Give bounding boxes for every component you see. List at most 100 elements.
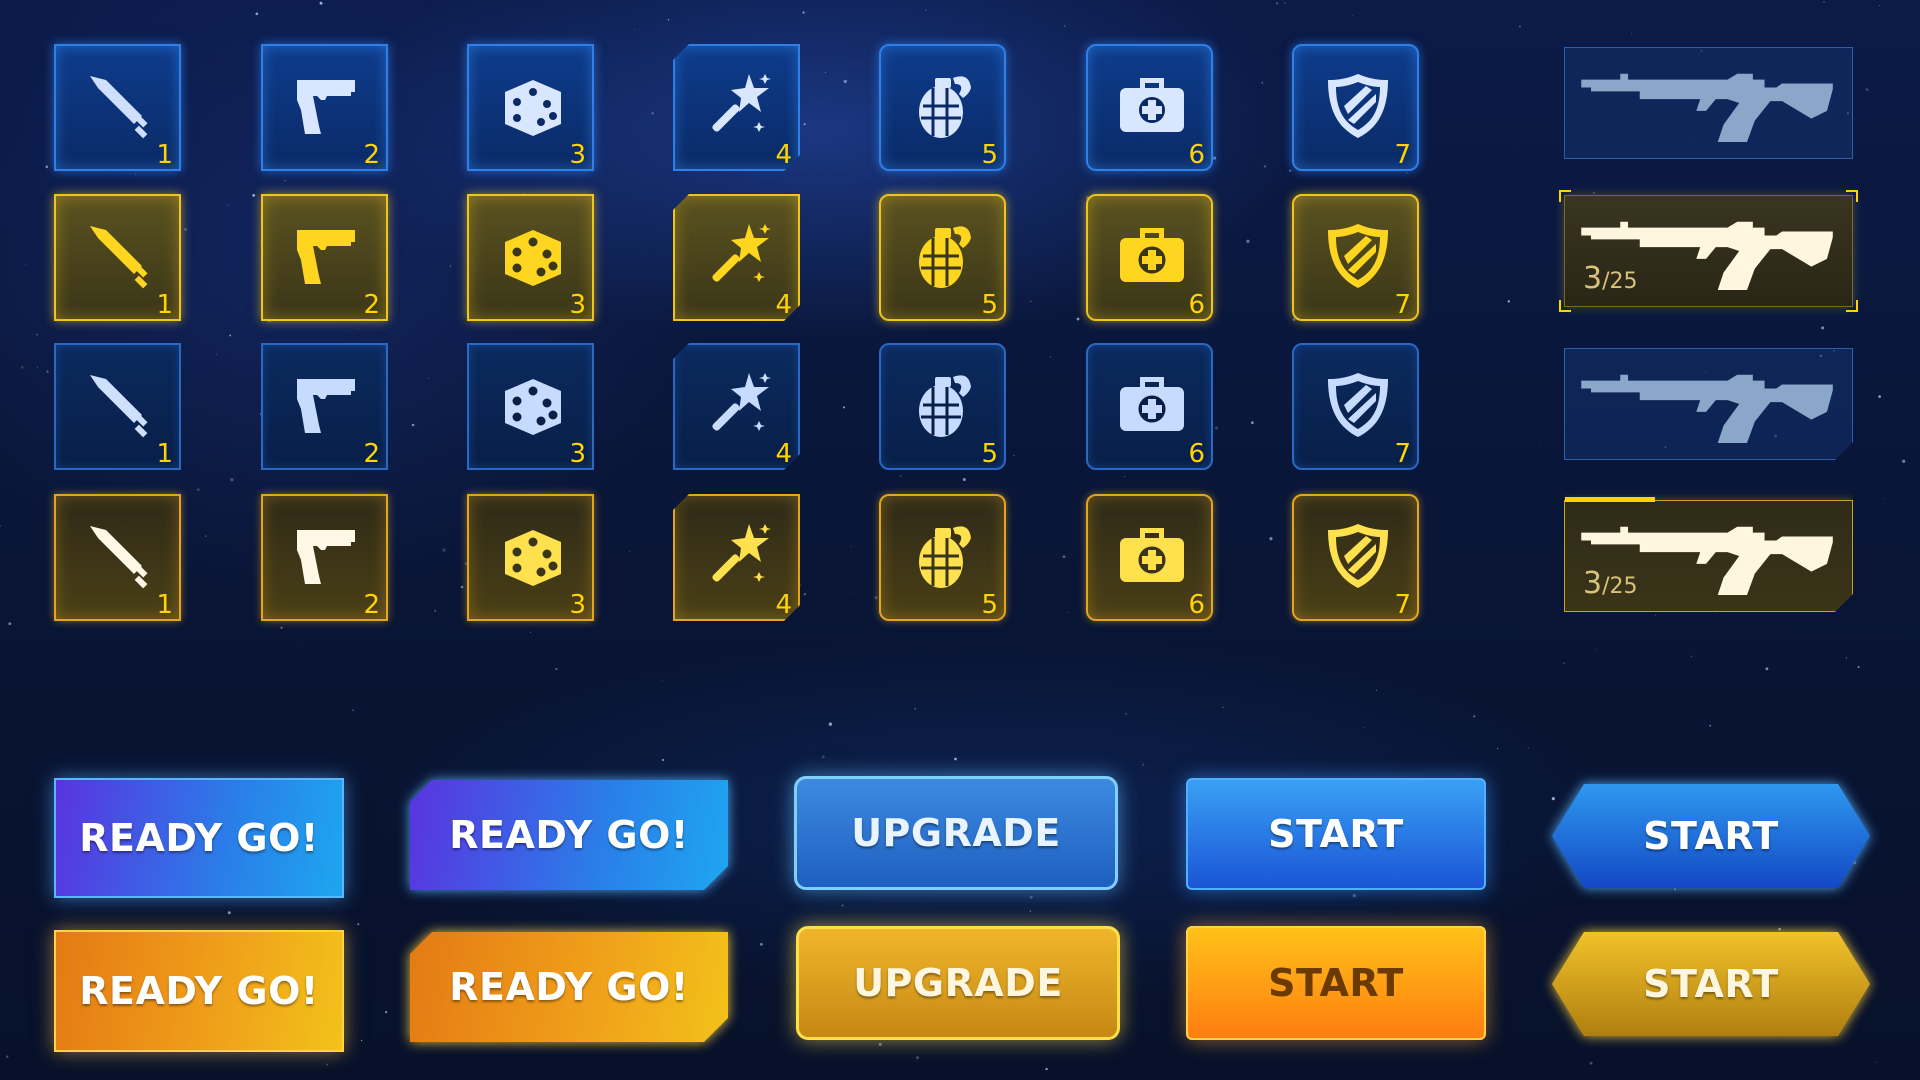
slot-number: 1 [156,140,173,170]
assault-rifle-icon [1579,367,1837,445]
slot-number: 7 [1394,590,1411,620]
ammo-max: /25 [1602,574,1638,599]
ammo-current: 3 [1583,261,1603,296]
sword-icon [90,526,148,589]
inventory-slot-7[interactable]: 7 [1292,44,1419,171]
pistol-icon [297,80,355,134]
inventory-slot-4[interactable]: 4 [673,343,800,470]
slot-number: 3 [569,590,586,620]
shield-icon [1328,224,1388,288]
slot-number: 2 [363,290,380,320]
inventory-slot-1[interactable]: 1 [54,494,181,621]
ready-go-button-orange-cut[interactable]: READY GO! [410,932,728,1042]
magic-wand-icon [703,520,775,592]
sword-icon [90,375,148,438]
weapon-card[interactable]: 3/25 [1559,190,1858,312]
ammo-count: 3/25 [1583,261,1638,296]
inventory-slot-5[interactable]: 5 [879,494,1006,621]
inventory-slot-1[interactable]: 1 [54,194,181,321]
pistol-icon [297,379,355,433]
slot-number: 3 [569,290,586,320]
pistol-icon [297,230,355,284]
start-label: START [1552,784,1870,888]
magic-wand-icon [703,70,775,142]
slot-number: 4 [775,290,792,320]
magic-wand-icon [703,369,775,441]
selection-corner [1559,190,1571,202]
grenade-icon [919,526,971,588]
slot-number: 6 [1188,590,1205,620]
selection-corner [1559,300,1571,312]
upgrade-button-gold[interactable]: UPGRADE [796,926,1120,1040]
slot-number: 5 [981,590,998,620]
inventory-slot-7[interactable]: 7 [1292,343,1419,470]
slot-number: 6 [1188,140,1205,170]
weapon-card[interactable] [1564,47,1853,159]
inventory-slot-4[interactable]: 4 [673,494,800,621]
ammo-count: 3/25 [1583,566,1638,601]
ready-go-button-orange[interactable]: READY GO! [54,930,344,1052]
inventory-slot-2[interactable]: 2 [261,194,388,321]
weapon-card[interactable] [1564,348,1853,460]
dice-icon [505,379,561,435]
dice-icon [505,230,561,286]
inventory-slot-3[interactable]: 3 [467,494,594,621]
grenade-icon [919,375,971,437]
start-button-orange[interactable]: START [1186,926,1486,1040]
inventory-slot-4[interactable]: 4 [673,194,800,321]
shield-icon [1328,74,1388,138]
slot-number: 5 [981,439,998,469]
inventory-slot-7[interactable]: 7 [1292,494,1419,621]
highlight-bar [1565,497,1655,502]
inventory-slot-5[interactable]: 5 [879,343,1006,470]
pistol-icon [297,530,355,584]
inventory-slot-6[interactable]: 6 [1086,44,1213,171]
inventory-slot-3[interactable]: 3 [467,44,594,171]
ready-go-button-blue-cut[interactable]: READY GO! [410,780,728,890]
weapon-card[interactable]: 3/25 [1564,500,1853,612]
slot-number: 4 [775,140,792,170]
slot-number: 3 [569,140,586,170]
inventory-slot-4[interactable]: 4 [673,44,800,171]
inventory-slot-6[interactable]: 6 [1086,194,1213,321]
inventory-slot-3[interactable]: 3 [467,194,594,321]
slot-number: 7 [1394,439,1411,469]
grenade-icon [919,226,971,288]
sword-icon [90,76,148,139]
inventory-slot-5[interactable]: 5 [879,194,1006,321]
start-label: START [1552,932,1870,1036]
inventory-slot-2[interactable]: 2 [261,343,388,470]
magic-wand-icon [703,220,775,292]
slot-number: 1 [156,439,173,469]
shield-icon [1328,373,1388,437]
inventory-slot-2[interactable]: 2 [261,494,388,621]
ready-go-button-blue[interactable]: READY GO! [54,778,344,898]
inventory-slot-2[interactable]: 2 [261,44,388,171]
sword-icon [90,226,148,289]
slot-number: 7 [1394,140,1411,170]
inventory-slot-1[interactable]: 1 [54,343,181,470]
start-button-hex-blue[interactable]: START [1552,784,1870,888]
inventory-slot-5[interactable]: 5 [879,44,1006,171]
slot-number: 5 [981,140,998,170]
slot-number: 4 [775,439,792,469]
inventory-slot-6[interactable]: 6 [1086,494,1213,621]
inventory-slot-7[interactable]: 7 [1292,194,1419,321]
slot-number: 4 [775,590,792,620]
inventory-slot-1[interactable]: 1 [54,44,181,171]
upgrade-button-blue[interactable]: UPGRADE [794,776,1118,890]
slot-number: 5 [981,290,998,320]
start-button-blue[interactable]: START [1186,778,1486,890]
slot-number: 3 [569,439,586,469]
selection-corner [1846,300,1858,312]
start-button-hex-gold[interactable]: START [1552,932,1870,1036]
inventory-slot-6[interactable]: 6 [1086,343,1213,470]
shield-icon [1328,524,1388,588]
slot-number: 2 [363,590,380,620]
dice-icon [505,80,561,136]
selection-corner [1846,190,1858,202]
assault-rifle-icon [1581,73,1833,143]
medkit-icon [1120,228,1184,282]
medkit-icon [1120,377,1184,431]
inventory-slot-3[interactable]: 3 [467,343,594,470]
